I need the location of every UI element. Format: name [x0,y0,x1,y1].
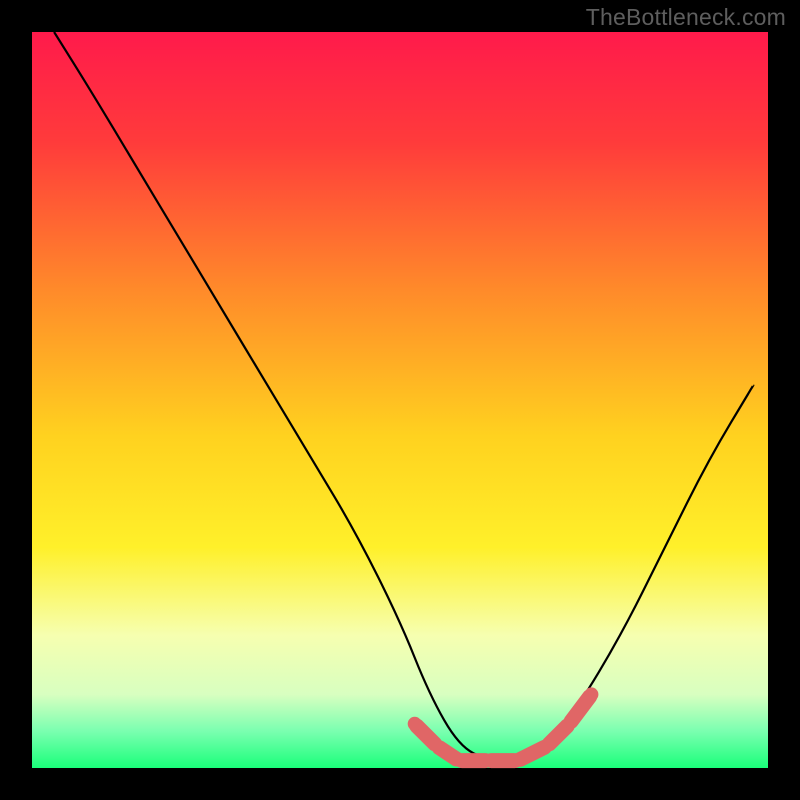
highlight-endpoint [584,687,598,701]
highlight-dash [439,748,456,759]
chart-frame: TheBottleneck.com [0,0,800,800]
chart-svg [0,0,800,800]
watermark-text: TheBottleneck.com [586,4,786,31]
highlight-endpoint [408,717,422,731]
plot-background [32,32,768,768]
